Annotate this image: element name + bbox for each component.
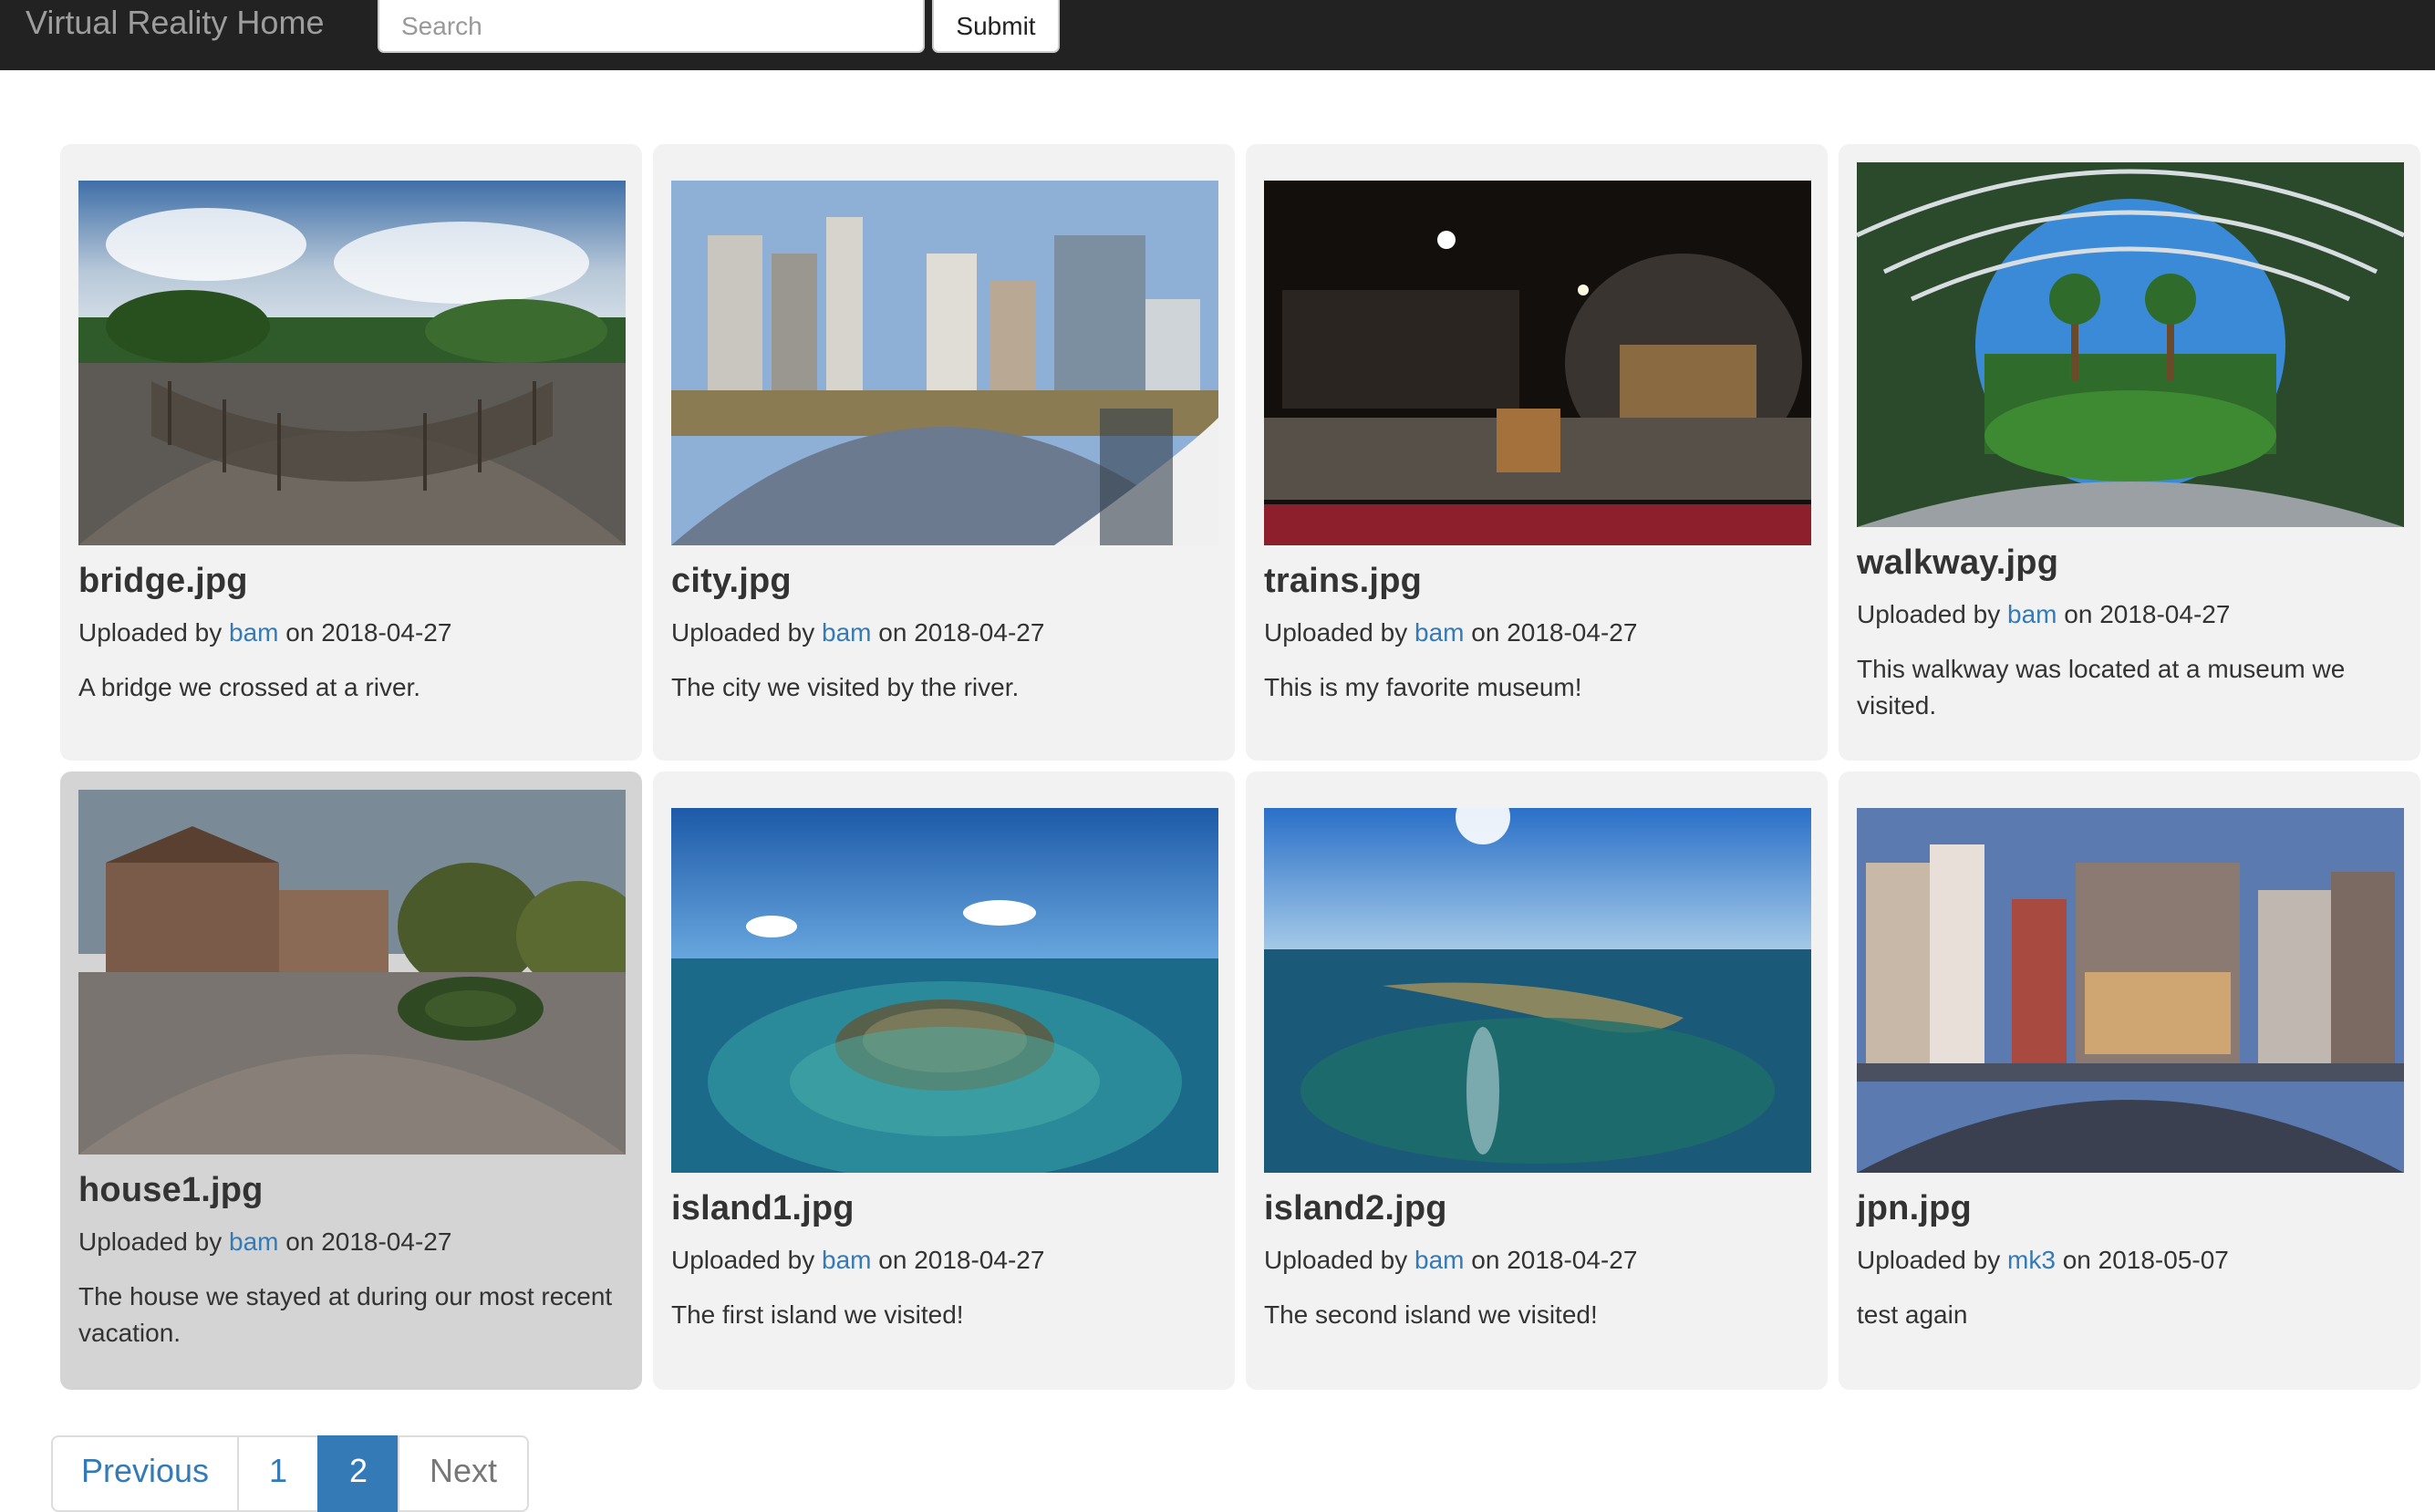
image-grid: bridge.jpg Uploaded by bam on 2018-04-27… — [0, 0, 2435, 1510]
card-title: house1.jpg — [78, 1171, 264, 1209]
card-meta: Uploaded by mk3 on 2018-05-07 — [1857, 1246, 2229, 1275]
card-description: A bridge we crossed at a river. — [78, 673, 421, 701]
image-thumbnail[interactable] — [1264, 808, 1811, 1173]
image-thumbnail[interactable] — [78, 181, 626, 545]
uploaded-by-label: Uploaded by — [1857, 1246, 2001, 1274]
card-description: This is my favorite museum! — [1264, 673, 1582, 701]
card-description: This walkway was located at a museum we … — [1857, 655, 2346, 720]
upload-date: on 2018-04-27 — [285, 618, 452, 647]
card-meta: Uploaded by bam on 2018-04-27 — [1857, 600, 2230, 629]
image-thumbnail[interactable] — [1264, 181, 1811, 545]
walkway-thumbnail-image — [1857, 162, 2404, 527]
image-thumbnail[interactable] — [1857, 162, 2404, 527]
card-title: jpn.jpg — [1857, 1189, 1972, 1227]
image-card[interactable]: city.jpg Uploaded by bam on 2018-04-27 T… — [653, 144, 1235, 761]
user-link[interactable]: bam — [822, 1246, 871, 1274]
image-card[interactable]: jpn.jpg Uploaded by mk3 on 2018-05-07 te… — [1839, 772, 2420, 1390]
uploaded-by-label: Uploaded by — [1264, 1246, 1408, 1274]
upload-date: on 2018-04-27 — [878, 1246, 1045, 1274]
pagination: Previous 1 2 Next — [51, 1435, 529, 1512]
image-card[interactable]: house1.jpg Uploaded by bam on 2018-04-27… — [60, 772, 642, 1390]
upload-date: on 2018-04-27 — [1471, 618, 1638, 647]
uploaded-by-label: Uploaded by — [671, 618, 815, 647]
card-meta: Uploaded by bam on 2018-04-27 — [78, 1227, 451, 1257]
user-link[interactable]: bam — [1414, 618, 1464, 647]
uploaded-by-label: Uploaded by — [1264, 618, 1408, 647]
upload-date: on 2018-04-27 — [285, 1227, 452, 1256]
uploaded-by-label: Uploaded by — [1857, 600, 2001, 628]
image-thumbnail[interactable] — [671, 181, 1218, 545]
card-description: test again — [1857, 1300, 1968, 1329]
user-link[interactable]: bam — [229, 1227, 278, 1256]
card-title: trains.jpg — [1264, 562, 1423, 600]
image-thumbnail[interactable] — [78, 790, 626, 1155]
card-description: The city we visited by the river. — [671, 673, 1020, 701]
image-card[interactable]: island1.jpg Uploaded by bam on 2018-04-2… — [653, 772, 1235, 1390]
card-title: city.jpg — [671, 562, 792, 600]
upload-date: on 2018-04-27 — [2064, 600, 2231, 628]
card-meta: Uploaded by bam on 2018-04-27 — [671, 618, 1044, 647]
image-card[interactable]: bridge.jpg Uploaded by bam on 2018-04-27… — [60, 144, 642, 761]
card-meta: Uploaded by bam on 2018-04-27 — [671, 1246, 1044, 1275]
card-title: island1.jpg — [671, 1189, 855, 1227]
card-description: The second island we visited! — [1264, 1300, 1598, 1329]
user-link[interactable]: bam — [229, 618, 278, 647]
previous-page-button[interactable]: Previous — [51, 1435, 239, 1512]
card-meta: Uploaded by bam on 2018-04-27 — [1264, 618, 1637, 647]
card-meta: Uploaded by bam on 2018-04-27 — [78, 618, 451, 647]
card-title: bridge.jpg — [78, 562, 248, 600]
user-link[interactable]: mk3 — [2007, 1246, 2056, 1274]
house1-thumbnail-image — [78, 790, 626, 1155]
island1-thumbnail-image — [671, 808, 1218, 1173]
user-link[interactable]: bam — [2007, 600, 2057, 628]
image-card[interactable]: island2.jpg Uploaded by bam on 2018-04-2… — [1246, 772, 1828, 1390]
card-description: The first island we visited! — [671, 1300, 964, 1329]
island2-thumbnail-image — [1264, 808, 1811, 1173]
image-thumbnail[interactable] — [1857, 808, 2404, 1173]
image-card[interactable]: walkway.jpg Uploaded by bam on 2018-04-2… — [1839, 144, 2420, 761]
next-page-button[interactable]: Next — [398, 1435, 529, 1512]
image-card[interactable]: trains.jpg Uploaded by bam on 2018-04-27… — [1246, 144, 1828, 761]
uploaded-by-label: Uploaded by — [671, 1246, 815, 1274]
jpn-thumbnail-image — [1857, 808, 2404, 1173]
upload-date: on 2018-05-07 — [2062, 1246, 2229, 1274]
user-link[interactable]: bam — [1414, 1246, 1464, 1274]
card-title: walkway.jpg — [1857, 544, 2059, 582]
trains-thumbnail-image — [1264, 181, 1811, 545]
card-meta: Uploaded by bam on 2018-04-27 — [1264, 1246, 1637, 1275]
uploaded-by-label: Uploaded by — [78, 618, 223, 647]
bridge-thumbnail-image — [78, 181, 626, 545]
card-description: The house we stayed at during our most r… — [78, 1282, 613, 1347]
page-2-button[interactable]: 2 — [317, 1435, 399, 1512]
image-thumbnail[interactable] — [671, 808, 1218, 1173]
user-link[interactable]: bam — [822, 618, 871, 647]
page-1-button[interactable]: 1 — [237, 1435, 319, 1512]
uploaded-by-label: Uploaded by — [78, 1227, 223, 1256]
upload-date: on 2018-04-27 — [1471, 1246, 1638, 1274]
upload-date: on 2018-04-27 — [878, 618, 1045, 647]
city-thumbnail-image — [671, 181, 1218, 545]
card-title: island2.jpg — [1264, 1189, 1447, 1227]
